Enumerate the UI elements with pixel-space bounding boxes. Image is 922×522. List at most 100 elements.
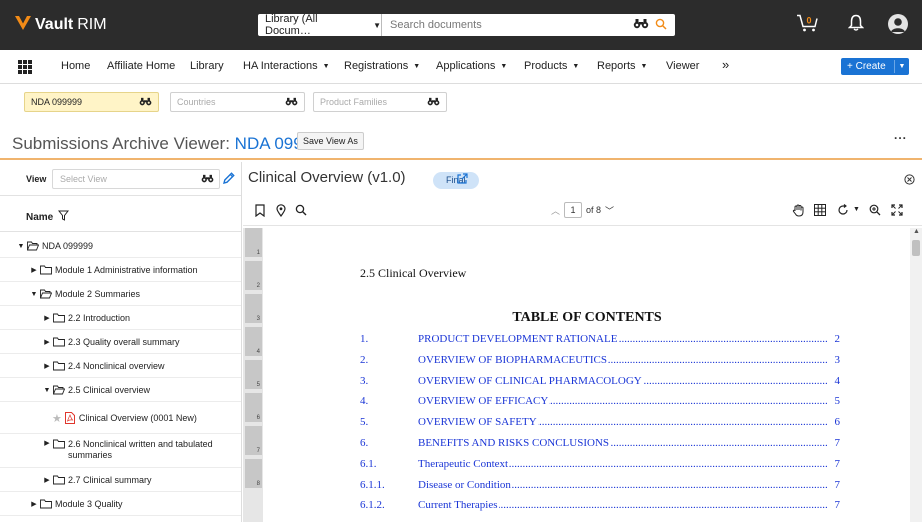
page-thumbnail[interactable]: 5 — [245, 360, 262, 389]
close-icon[interactable] — [904, 174, 915, 188]
caret-right-icon[interactable]: ▶ — [30, 500, 38, 508]
grid-view-icon[interactable] — [814, 204, 826, 219]
filter-icon[interactable] — [58, 210, 70, 224]
toc-entry[interactable]: 5.......................................… — [360, 416, 840, 432]
bookmark-icon[interactable] — [255, 204, 265, 220]
chevron-down-icon[interactable]: ▼ — [853, 206, 860, 213]
nav-affiliate-home[interactable]: Affiliate Home — [107, 60, 175, 72]
search-icon[interactable] — [295, 204, 307, 219]
nav-ha-interactions[interactable]: HA Interactions ▼ — [243, 60, 330, 72]
tree-label: Module 3 Quality — [55, 499, 123, 509]
caret-right-icon[interactable]: ▶ — [43, 476, 51, 484]
zoom-in-icon[interactable] — [869, 204, 881, 219]
tree-node-2-3[interactable]: ▶ 2.3 Quality overall summary — [0, 331, 241, 354]
caret-right-icon[interactable]: ▶ — [30, 266, 38, 274]
location-pin-icon[interactable] — [276, 204, 286, 220]
tree-node-2-2[interactable]: ▶ 2.2 Introduction — [0, 307, 241, 330]
product-families-placeholder: Product Families — [320, 97, 388, 107]
toc-entry[interactable]: 3.......................................… — [360, 374, 840, 391]
avatar[interactable] — [888, 14, 908, 34]
search-scope-select[interactable]: Library (All Docum… ▼ — [258, 13, 382, 37]
binoculars-icon[interactable] — [139, 97, 152, 108]
bell-icon[interactable] — [847, 14, 865, 35]
tree-label: 2.3 Quality overall summary — [68, 337, 180, 347]
nav-label: HA Interactions — [243, 60, 318, 72]
scroll-thumb[interactable] — [912, 240, 920, 256]
page-title: Submissions Archive Viewer: NDA 099999 — [12, 134, 331, 154]
vault-rim-logo[interactable]: Vault RIM — [14, 13, 107, 37]
binoculars-icon[interactable] — [201, 174, 214, 185]
filter-bar: NDA 099999 Countries Product Families — [0, 84, 922, 120]
caret-down-icon[interactable]: ▼ — [17, 243, 25, 250]
tree-node-nda[interactable]: ▼ NDA 099999 — [0, 235, 241, 258]
create-button-label: + Create — [847, 61, 886, 72]
star-icon[interactable]: ★ — [52, 412, 62, 425]
tree-node-2-5[interactable]: ▼ 2.5 Clinical overview — [0, 379, 241, 402]
search-icon[interactable] — [655, 18, 667, 33]
hand-tool-icon[interactable] — [792, 204, 804, 220]
toc-entry[interactable]: 6.1.1...................................… — [360, 478, 840, 495]
cart-icon[interactable]: 0 — [796, 13, 820, 36]
binoculars-icon[interactable] — [285, 97, 298, 108]
page-thumbnail[interactable]: 2 — [245, 261, 262, 290]
tree-node-2-4[interactable]: ▶ 2.4 Nonclinical overview — [0, 355, 241, 378]
binoculars-icon[interactable] — [633, 18, 649, 32]
nav-registrations[interactable]: Registrations ▼ — [344, 60, 420, 72]
nav-viewer[interactable]: Viewer — [666, 60, 699, 72]
binoculars-icon[interactable] — [427, 97, 440, 108]
toc-entry-page: 7 — [834, 457, 841, 470]
toc-entry[interactable]: 2.......................................… — [360, 353, 840, 370]
tree-node-module-3[interactable]: ▶ Module 3 Quality — [0, 493, 241, 516]
page-thumbnail[interactable]: 7 — [245, 426, 262, 455]
tree-node-2-6[interactable]: ▶ 2.6 Nonclinical written and tabulated … — [0, 435, 241, 468]
search-scope-label: Library (All Docum… — [265, 13, 318, 37]
caret-down-icon[interactable]: ▼ — [30, 291, 38, 298]
countries-filter[interactable]: Countries — [170, 92, 305, 112]
toc-entry[interactable]: 6.1.....................................… — [360, 457, 841, 474]
tree-label: 2.4 Nonclinical overview — [68, 361, 165, 371]
page-thumbnail[interactable]: 4 — [245, 327, 262, 356]
caret-right-icon[interactable]: ▶ — [43, 338, 51, 346]
nav-more-icon[interactable]: » — [722, 57, 729, 72]
page-thumbnail[interactable]: 8 — [245, 459, 262, 488]
fullscreen-icon[interactable] — [891, 204, 903, 219]
page-thumbnail[interactable]: 1 — [245, 228, 262, 257]
chevron-up-icon[interactable]: ︿ — [551, 204, 560, 217]
nav-applications[interactable]: Applications ▼ — [436, 60, 507, 72]
page-number-input[interactable]: 1 — [564, 202, 583, 218]
page-thumbnail[interactable]: 6 — [245, 393, 262, 422]
toc-entry[interactable]: 6.......................................… — [360, 437, 840, 453]
view-select-input[interactable]: Select View — [52, 169, 220, 189]
toc-entry[interactable]: 6.1.2...................................… — [360, 499, 840, 515]
tree-node-module-2[interactable]: ▼ Module 2 Summaries — [0, 283, 241, 306]
chevron-down-icon[interactable]: ▼ — [895, 63, 909, 70]
tree-node-2-7[interactable]: ▶ 2.7 Clinical summary — [0, 469, 241, 492]
app-launcher-icon[interactable] — [18, 60, 32, 74]
external-link-icon[interactable] — [457, 173, 468, 187]
more-actions-icon[interactable]: ... — [894, 128, 907, 142]
tree-node-module-1[interactable]: ▶ Module 1 Administrative information — [0, 259, 241, 282]
tree-node-clinical-overview-doc[interactable]: ★ Clinical Overview (0001 New) — [0, 403, 241, 434]
create-button[interactable]: + Create ▼ — [841, 58, 909, 75]
application-filter[interactable]: NDA 099999 — [24, 92, 159, 112]
save-view-as-button[interactable]: Save View As — [297, 132, 364, 150]
toc-entry[interactable]: 4.......................................… — [360, 395, 840, 411]
toc-entry[interactable]: 1.......................................… — [360, 333, 840, 349]
nav-library[interactable]: Library — [190, 60, 224, 72]
chevron-down-icon[interactable]: ﹀ — [605, 204, 614, 217]
page-thumbnail[interactable]: 3 — [245, 294, 262, 323]
caret-right-icon[interactable]: ▶ — [43, 362, 51, 370]
caret-right-icon[interactable]: ▶ — [43, 314, 51, 322]
nav-home[interactable]: Home — [61, 60, 90, 72]
product-families-filter[interactable]: Product Families — [313, 92, 447, 112]
document-scrollbar[interactable]: ▲ — [910, 228, 922, 522]
caret-right-icon[interactable]: ▶ — [43, 439, 51, 447]
rotate-icon[interactable] — [837, 204, 849, 219]
caret-down-icon[interactable]: ▼ — [43, 387, 51, 394]
pencil-icon[interactable] — [222, 171, 236, 188]
scroll-up-icon[interactable]: ▲ — [913, 228, 920, 235]
nav-reports[interactable]: Reports ▼ — [597, 60, 647, 72]
nav-products[interactable]: Products ▼ — [524, 60, 579, 72]
search-input[interactable] — [382, 14, 633, 36]
vault-v-icon — [14, 14, 32, 36]
